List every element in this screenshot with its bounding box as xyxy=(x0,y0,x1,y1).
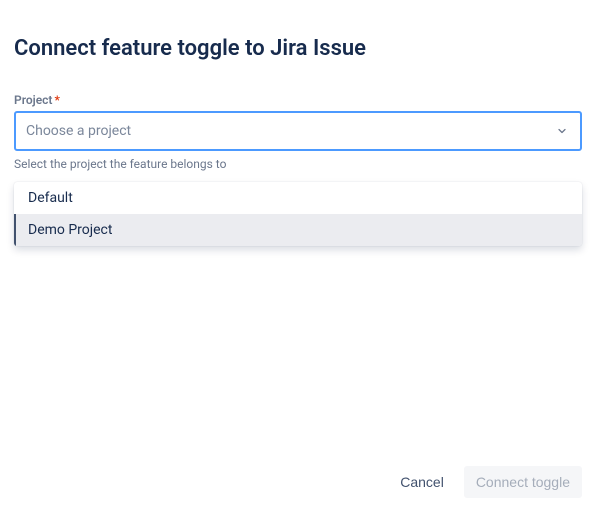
dialog-footer: Cancel Connect toggle xyxy=(388,466,582,498)
project-select-placeholder: Choose a project xyxy=(26,123,131,139)
connect-toggle-button[interactable]: Connect toggle xyxy=(464,466,582,498)
dialog-title: Connect feature toggle to Jira Issue xyxy=(14,36,582,61)
project-field-label: Project* xyxy=(14,93,582,107)
field-label-text: Project xyxy=(14,93,52,107)
cancel-button[interactable]: Cancel xyxy=(388,466,456,498)
required-marker: * xyxy=(54,93,59,107)
project-select[interactable]: Choose a project xyxy=(14,111,582,151)
project-dropdown: Default Demo Project xyxy=(14,182,582,246)
chevron-down-icon xyxy=(554,123,570,139)
project-option-demo[interactable]: Demo Project xyxy=(14,214,582,246)
project-option-default[interactable]: Default xyxy=(14,182,582,214)
project-helper-text: Select the project the feature belongs t… xyxy=(14,157,582,171)
